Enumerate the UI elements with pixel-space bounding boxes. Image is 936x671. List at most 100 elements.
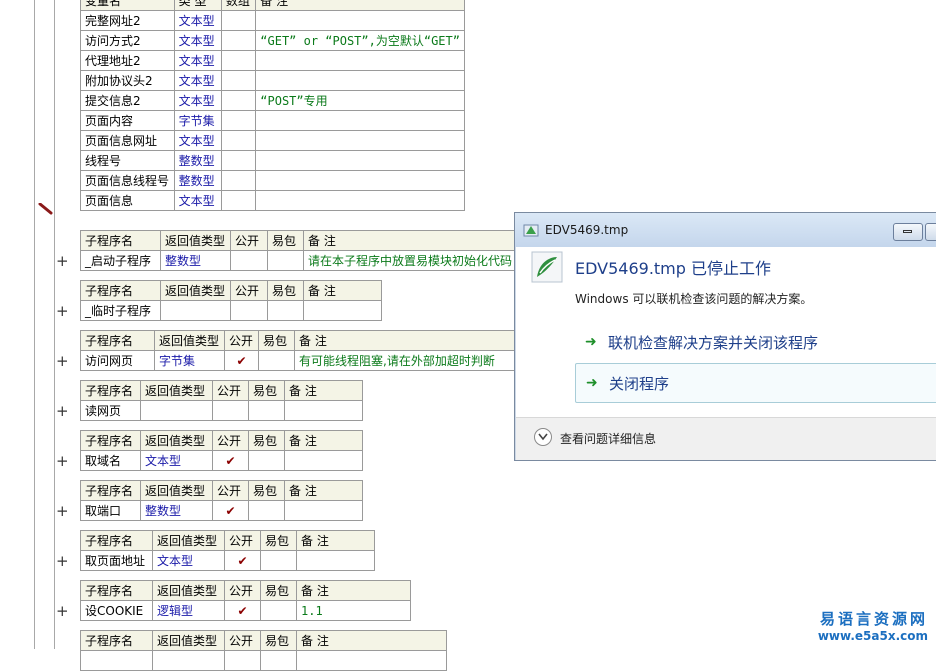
return-type-cell[interactable] <box>152 650 225 671</box>
return-type-cell[interactable]: 整数型 <box>160 250 231 271</box>
variable-array-cell[interactable] <box>220 90 257 111</box>
variable-note-cell[interactable]: “GET” or “POST”,为空默认“GET” <box>255 30 465 51</box>
note-cell[interactable] <box>296 650 447 671</box>
subroutine-name-cell[interactable]: _临时子程序 <box>80 300 161 321</box>
variable-type-cell[interactable]: 文本型 <box>173 70 222 91</box>
variable-name-cell[interactable]: 附加协议头2 <box>80 70 175 91</box>
variable-array-cell[interactable] <box>220 10 257 31</box>
subroutine-row[interactable] <box>80 650 447 671</box>
expand-plus-icon[interactable]: + <box>56 404 69 419</box>
variable-row[interactable]: 线程号 整数型 <box>80 150 465 171</box>
variable-array-cell[interactable] <box>220 70 257 91</box>
variable-type-cell[interactable]: 文本型 <box>173 130 222 151</box>
view-details-link[interactable]: 查看问题详细信息 <box>560 430 656 447</box>
note-cell[interactable]: 有可能线程阻塞,请在外部加超时判断 <box>294 350 515 371</box>
return-type-cell[interactable] <box>140 400 213 421</box>
note-cell[interactable] <box>284 450 363 471</box>
variable-row[interactable]: 附加协议头2 文本型 <box>80 70 465 91</box>
variable-row[interactable]: 页面内容 字节集 <box>80 110 465 131</box>
close-program-option[interactable]: ➜ 关闭程序 <box>575 363 936 403</box>
epackage-cell[interactable] <box>267 250 304 271</box>
return-type-cell[interactable] <box>160 300 231 321</box>
subroutine-name-cell[interactable] <box>80 650 153 671</box>
subroutine-name-cell[interactable]: 取域名 <box>80 450 141 471</box>
subroutine-row[interactable]: 取域名 文本型 ✔ <box>80 450 363 471</box>
subroutine-row[interactable]: 取端口 整数型 ✔ <box>80 500 363 521</box>
public-cell[interactable]: ✔ <box>212 450 249 471</box>
variable-name-cell[interactable]: 访问方式2 <box>80 30 175 51</box>
return-type-cell[interactable]: 文本型 <box>140 450 213 471</box>
expand-plus-icon[interactable]: + <box>56 504 69 519</box>
return-type-cell[interactable]: 逻辑型 <box>152 600 225 621</box>
variable-row[interactable]: 页面信息线程号 整数型 <box>80 170 465 191</box>
subroutine-name-cell[interactable]: 读网页 <box>80 400 141 421</box>
expand-details-button[interactable] <box>534 428 552 446</box>
variable-note-cell[interactable] <box>255 190 465 211</box>
variable-row[interactable]: 提交信息2 文本型 “POST”专用 <box>80 90 465 111</box>
variable-name-cell[interactable]: 完整网址2 <box>80 10 175 31</box>
subroutine-row[interactable]: 读网页 <box>80 400 363 421</box>
variable-array-cell[interactable] <box>220 50 257 71</box>
variable-note-cell[interactable] <box>255 10 465 31</box>
subroutine-row[interactable]: 取页面地址 文本型 ✔ <box>80 550 375 571</box>
variable-type-cell[interactable]: 整数型 <box>173 150 222 171</box>
minimize-button[interactable] <box>893 223 923 241</box>
epackage-cell[interactable] <box>260 650 297 671</box>
dialog-titlebar[interactable]: EDV5469.tmp <box>515 213 936 247</box>
public-cell[interactable] <box>230 250 268 271</box>
expand-plus-icon[interactable]: + <box>56 254 69 269</box>
variable-note-cell[interactable] <box>255 110 465 131</box>
variable-array-cell[interactable] <box>220 130 257 151</box>
variable-type-cell[interactable]: 整数型 <box>173 170 222 191</box>
note-cell[interactable] <box>284 500 363 521</box>
epackage-cell[interactable] <box>248 500 285 521</box>
variable-note-cell[interactable] <box>255 50 465 71</box>
variable-type-cell[interactable]: 字节集 <box>173 110 222 131</box>
subroutine-name-cell[interactable]: 取端口 <box>80 500 141 521</box>
note-cell[interactable] <box>296 550 375 571</box>
variable-array-cell[interactable] <box>220 170 257 191</box>
close-button[interactable] <box>925 223 936 241</box>
subroutine-row[interactable]: _启动子程序 整数型 请在本子程序中放置易模块初始化代码 <box>80 250 518 271</box>
note-cell[interactable] <box>303 300 382 321</box>
note-cell[interactable] <box>284 400 363 421</box>
variable-name-cell[interactable]: 页面信息网址 <box>80 130 175 151</box>
subroutine-name-cell[interactable]: 取页面地址 <box>80 550 153 571</box>
variable-type-cell[interactable]: 文本型 <box>173 190 222 211</box>
check-online-option[interactable]: ➜ 联机检查解决方案并关闭该程序 <box>575 323 936 361</box>
variable-type-cell[interactable]: 文本型 <box>173 30 222 51</box>
variable-name-cell[interactable]: 代理地址2 <box>80 50 175 71</box>
subroutine-row[interactable]: _临时子程序 <box>80 300 382 321</box>
variable-row[interactable]: 页面信息网址 文本型 <box>80 130 465 151</box>
variable-array-cell[interactable] <box>220 30 257 51</box>
variable-note-cell[interactable] <box>255 70 465 91</box>
subroutine-name-cell[interactable]: _启动子程序 <box>80 250 161 271</box>
variable-array-cell[interactable] <box>220 150 257 171</box>
variable-name-cell[interactable]: 提交信息2 <box>80 90 175 111</box>
variable-name-cell[interactable]: 页面信息 <box>80 190 175 211</box>
expand-plus-icon[interactable]: + <box>56 554 69 569</box>
variable-note-cell[interactable] <box>255 150 465 171</box>
public-cell[interactable] <box>224 650 261 671</box>
variable-type-cell[interactable]: 文本型 <box>173 50 222 71</box>
variable-row[interactable]: 完整网址2 文本型 <box>80 10 465 31</box>
expand-plus-icon[interactable]: + <box>56 454 69 469</box>
variable-array-cell[interactable] <box>220 190 257 211</box>
variable-type-cell[interactable]: 文本型 <box>173 90 222 111</box>
return-type-cell[interactable]: 文本型 <box>152 550 225 571</box>
variable-name-cell[interactable]: 页面信息线程号 <box>80 170 175 191</box>
epackage-cell[interactable] <box>267 300 304 321</box>
variable-row[interactable]: 访问方式2 文本型 “GET” or “POST”,为空默认“GET” <box>80 30 465 51</box>
public-cell[interactable]: ✔ <box>212 500 249 521</box>
variable-array-cell[interactable] <box>220 110 257 131</box>
variable-name-cell[interactable]: 线程号 <box>80 150 175 171</box>
variable-row[interactable]: 页面信息 文本型 <box>80 190 465 211</box>
expand-plus-icon[interactable]: + <box>56 354 69 369</box>
subroutine-row[interactable]: 设COOKIE 逻辑型 ✔ 1.1 <box>80 600 411 621</box>
public-cell[interactable] <box>230 300 268 321</box>
note-cell[interactable]: 1.1 <box>296 600 411 621</box>
variable-note-cell[interactable]: “POST”专用 <box>255 90 465 111</box>
epackage-cell[interactable] <box>260 550 297 571</box>
epackage-cell[interactable] <box>248 400 285 421</box>
return-type-cell[interactable]: 字节集 <box>154 350 225 371</box>
